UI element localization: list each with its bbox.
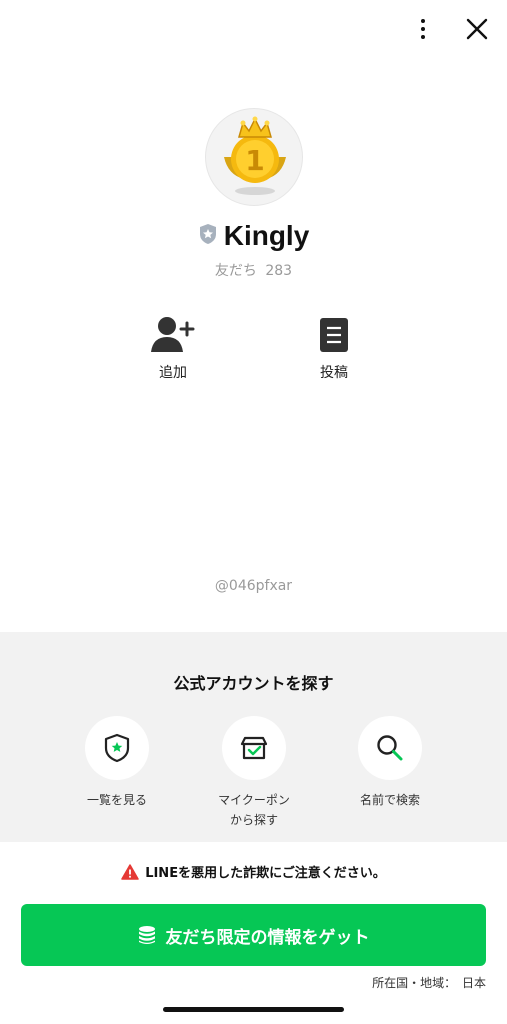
coupon-icon [240,736,268,760]
more-vertical-icon[interactable] [408,12,438,46]
warning-triangle-icon [121,863,139,880]
avatar[interactable]: 1 [205,108,303,206]
friends-number: 283 [265,263,293,279]
fraud-warning: LINEを悪用した詐欺にご注意ください。 [0,862,507,881]
browse-list-label: 一覧を見る [86,793,147,807]
profile-name-row: Kingly [0,216,507,256]
name-search-label: 名前で検索 [359,793,420,807]
add-friend-button[interactable]: 追加 [133,316,213,382]
coin-stack-icon [138,926,155,944]
coupon-search-button[interactable]: マイクーポン から探す [194,716,314,830]
name-search-button[interactable]: 名前で検索 [330,716,450,810]
get-info-button[interactable]: 友だち限定の情報をゲット [21,904,486,966]
get-info-label: 友だち限定の情報をゲット [165,927,370,948]
coupon-search-label: マイクーポン から探す [218,790,290,830]
add-friend-icon [151,317,195,352]
verified-shield-icon [198,223,218,249]
friends-count: 友だち 283 [0,260,507,280]
region-label: 所在国・地域： [372,976,457,990]
post-button[interactable]: 投稿 [294,316,374,382]
region-info: 所在国・地域： 日本 [370,974,486,991]
shield-star-icon [104,733,130,763]
account-id: @046pfxar [214,578,293,594]
profile-name: Kingly [223,220,310,251]
home-indicator[interactable] [163,1007,344,1012]
add-friend-label: 追加 [159,365,187,381]
coupon-search-label-line1: マイクーポン [218,793,290,807]
svg-text:1: 1 [245,144,264,177]
post-label: 投稿 [320,365,348,381]
region-value: 日本 [461,976,486,990]
search-icon [377,735,403,761]
gold-crown-medal-icon: 1 [224,116,286,195]
fraud-warning-text: LINEを悪用した詐欺にご注意ください。 [145,866,386,881]
search-section-title: 公式アカウントを探す [173,674,334,693]
browse-list-button[interactable]: 一覧を見る [57,716,177,810]
friends-label: 友だち [214,263,257,279]
post-document-icon [320,318,348,352]
coupon-search-label-line2: から探す [229,813,278,827]
close-icon[interactable] [460,12,494,46]
